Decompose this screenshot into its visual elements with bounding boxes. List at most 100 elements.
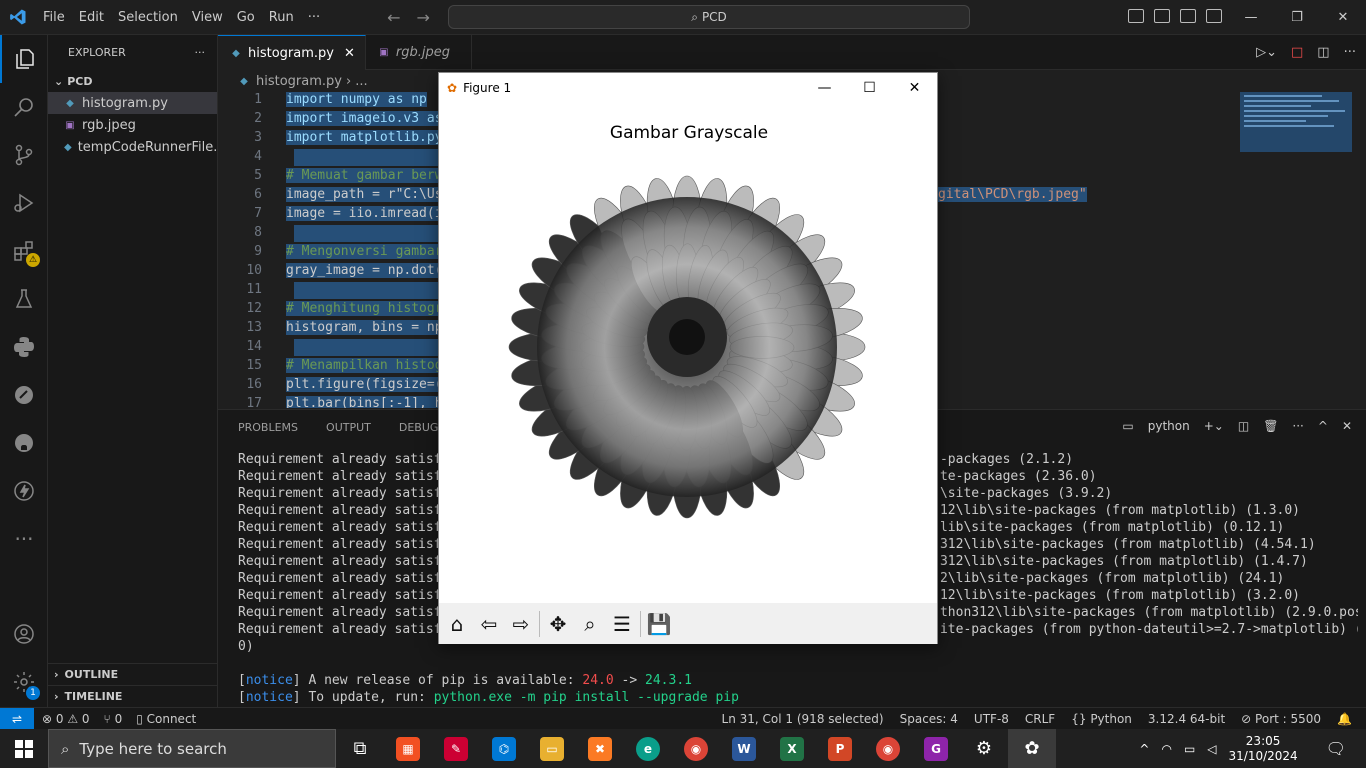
tray-chevron-icon[interactable]: ^ [1139,742,1149,756]
close-tab-icon[interactable]: ✕ [344,46,355,61]
back-arrow-icon[interactable]: ← [387,8,400,27]
taskbar-search[interactable]: ⌕ Type here to search [48,729,336,768]
powerpoint-icon[interactable]: P [816,729,864,768]
forward-icon[interactable]: ⇨ [507,610,535,638]
paint-icon[interactable]: ✎ [432,729,480,768]
microsoft-store-icon[interactable]: ▦ [384,729,432,768]
menu-go[interactable]: Go [230,0,262,35]
wifi-icon[interactable]: ◠ [1161,742,1171,756]
back-icon[interactable]: ⇦ [475,610,503,638]
breadcrumb-rest[interactable]: ... [355,74,367,89]
menu-more[interactable]: ··· [301,0,327,35]
run-debug-icon[interactable] [0,179,48,227]
encoding[interactable]: UTF-8 [974,712,1009,726]
figure-minimize-icon[interactable]: — [802,80,847,96]
explorer-icon[interactable] [0,35,48,83]
terminal-shell-name[interactable]: python [1148,419,1190,433]
terminal-more-icon[interactable]: ··· [1292,419,1303,433]
notifications-icon[interactable]: 🔔 [1337,712,1352,726]
folder-pcd[interactable]: ⌄ PCD [48,70,217,92]
cursor-position[interactable]: Ln 31, Col 1 (918 selected) [722,712,884,726]
edge-icon[interactable]: e [624,729,672,768]
minimap[interactable] [1240,92,1352,152]
account-icon[interactable] [0,610,48,658]
chrome-icon[interactable]: ◉ [672,729,720,768]
figure-maximize-icon[interactable]: ☐ [847,80,892,96]
testing-icon[interactable] [0,275,48,323]
file-tempcoderunner[interactable]: ◆ tempCodeRunnerFile.... [48,136,217,158]
battery-icon[interactable]: ▭ [1184,742,1195,756]
new-terminal-icon[interactable]: +⌄ [1204,419,1224,433]
minimize-icon[interactable]: — [1228,10,1274,25]
source-control-icon[interactable] [0,131,48,179]
settings-taskbar-icon[interactable]: ⚙ [960,729,1008,768]
split-terminal-icon[interactable]: ◫ [1238,419,1249,433]
connect-status[interactable]: ▯ Connect [136,712,196,726]
file-histogram-py[interactable]: ◆ histogram.py [48,92,217,114]
menu-edit[interactable]: Edit [72,0,111,35]
settings-gear-icon[interactable]: 1 [0,658,48,706]
explorer-more-icon[interactable]: ··· [195,46,206,59]
run-python-icon[interactable]: ▷⌄ [1256,45,1277,60]
pan-icon[interactable]: ✥ [544,610,572,638]
excel-icon[interactable]: X [768,729,816,768]
windows-start-icon[interactable] [0,729,48,768]
tab-rgb-jpeg[interactable]: ▣ rgb.jpeg [366,35,472,70]
maximize-panel-icon[interactable]: ^ [1318,419,1328,433]
timeline-section[interactable]: › TIMELINE [48,685,218,707]
menu-run[interactable]: Run [262,0,301,35]
file-rgb-jpeg[interactable]: ▣ rgb.jpeg [48,114,217,136]
clock[interactable]: 23:05 31/10/2024 [1229,734,1298,764]
python-version[interactable]: 3.12.4 64-bit [1148,712,1225,726]
volume-icon[interactable]: ◁ [1207,742,1216,756]
home-icon[interactable]: ⌂ [443,610,471,638]
matplotlib-taskbar-icon[interactable]: ✿ [1008,729,1056,768]
line-ending[interactable]: CRLF [1025,712,1055,726]
split-editor-icon[interactable]: ◫ [1317,45,1329,60]
vscode-taskbar-icon[interactable]: ⌬ [480,729,528,768]
restore-icon[interactable]: ❐ [1274,10,1320,25]
toggle-sidebar-icon[interactable] [1128,9,1144,23]
breadcrumb-file[interactable]: histogram.py [256,74,342,89]
live-server-port[interactable]: ⊘ Port : 5500 [1241,712,1321,726]
zoom-icon[interactable]: ⌕ [576,610,604,638]
forward-arrow-icon[interactable]: → [417,8,430,27]
search-activity-icon[interactable] [0,83,48,131]
save-icon[interactable]: 💾 [645,610,673,638]
extensions-icon[interactable]: ⚠ [0,227,48,275]
menu-view[interactable]: View [185,0,230,35]
problems-status[interactable]: ⊗ 0 ⚠ 0 [42,712,90,726]
stop-icon[interactable]: □ [1291,45,1303,60]
pdf-icon[interactable]: G [912,729,960,768]
kill-terminal-icon[interactable]: 🗑 [1263,419,1278,433]
configure-subplots-icon[interactable]: ☰ [608,610,636,638]
ports-status[interactable]: ⑂ 0 [104,712,123,726]
github-icon[interactable] [0,419,48,467]
menu-file[interactable]: File [36,0,72,35]
toggle-secondary-sidebar-icon[interactable] [1180,9,1196,23]
tab-histogram-py[interactable]: ◆ histogram.py ✕ [218,35,366,70]
remote-indicator-icon[interactable]: ⇌ [0,707,34,730]
indentation[interactable]: Spaces: 4 [900,712,958,726]
customize-layout-icon[interactable] [1206,9,1222,23]
menu-selection[interactable]: Selection [111,0,185,35]
word-icon[interactable]: W [720,729,768,768]
chrome-profile-icon[interactable]: ◉ [864,729,912,768]
figure-close-icon[interactable]: ✕ [892,80,937,96]
toggle-panel-icon[interactable] [1154,9,1170,23]
more-actions-icon[interactable]: ··· [1344,45,1356,60]
file-explorer-icon[interactable]: ▭ [528,729,576,768]
task-view-icon[interactable]: ⧉ [336,729,384,768]
thunder-client-icon[interactable] [0,467,48,515]
python-icon[interactable] [0,323,48,371]
outline-section[interactable]: › OUTLINE [48,663,218,685]
close-panel-icon[interactable]: ✕ [1342,419,1352,433]
close-icon[interactable]: ✕ [1320,10,1366,25]
xampp-icon[interactable]: ✖ [576,729,624,768]
notification-center-icon[interactable]: 🗨 [1326,739,1346,758]
more-icon[interactable]: ··· [0,515,48,563]
language-mode[interactable]: {} Python [1071,712,1132,726]
command-center-search[interactable]: ⌕ PCD [448,5,970,29]
tab-problems[interactable]: PROBLEMS [238,421,298,434]
remote-explorer-icon[interactable] [0,371,48,419]
